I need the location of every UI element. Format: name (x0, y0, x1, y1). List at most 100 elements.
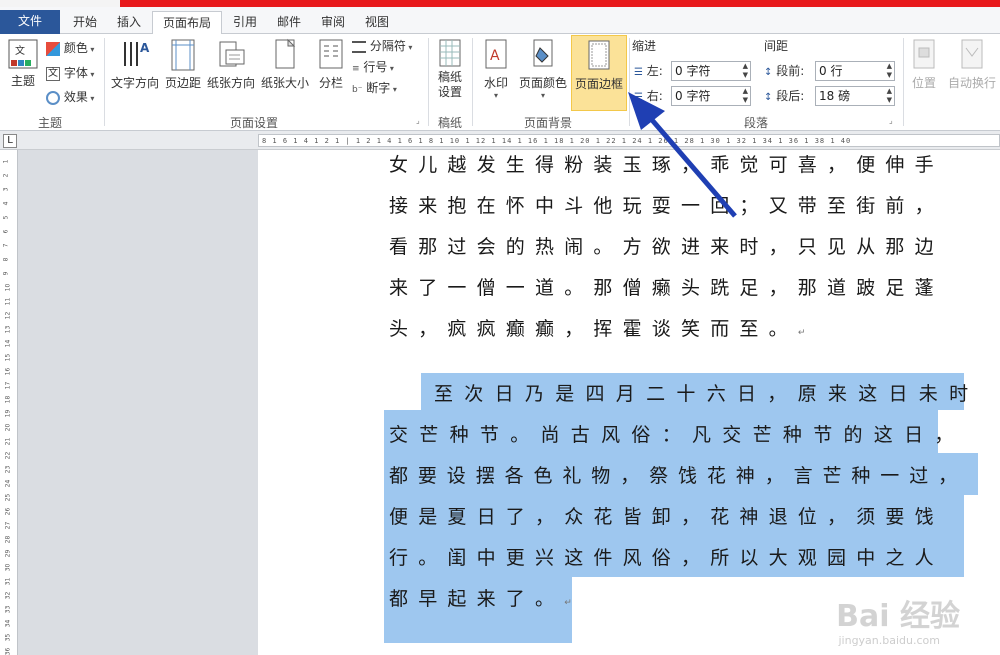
ribbon: 文 主题 颜色 ▾ 文 字体 ▾ 效果 ▾ 主题 A 文字方向 页边距 纸张方向… (0, 34, 1000, 131)
spacing-before-label: ↕ 段前: (764, 64, 805, 78)
ruler-number: 1 (2, 159, 10, 164)
size-label: 纸张大小 (260, 76, 309, 90)
text-direction-button[interactable]: A 文字方向 (108, 38, 162, 91)
group-separator (428, 38, 429, 126)
columns-button[interactable]: 分栏 (314, 38, 348, 91)
tab-mailings[interactable]: 邮件 (268, 11, 310, 34)
indent-left-label: ☰ 左: (634, 64, 663, 78)
spacing-after-label: ↕ 段后: (764, 89, 805, 103)
document-workspace: 女儿越发生得粉装玉琢，乖觉可喜，便伸手 接来抱在怀中斗他玩耍一回；又带至街前， … (18, 150, 1000, 655)
vertical-ruler[interactable]: 1 2 3 4 5 6 7 8 9 10 11 12 13 14 15 16 17 18 19 20 21 22 23 24 2… (2, 150, 18, 655)
horizontal-ruler[interactable]: 8 1 6 1 4 1 2 1 | 1 2 1 4 1 6 1 8 1 10 1… (258, 134, 1000, 147)
tab-review[interactable]: 审阅 (312, 11, 354, 34)
ruler-number: 23 (4, 465, 12, 474)
page-borders-button[interactable]: 页面边框 (571, 35, 627, 111)
theme-label: 主题 (10, 74, 35, 88)
watermark-dropdown-icon: ▾ (493, 91, 498, 100)
colors-icon (46, 41, 60, 56)
indent-title: 缩进 (632, 39, 657, 53)
fonts-label: 字体 (63, 66, 88, 80)
ruler-number: 8 (2, 257, 10, 262)
line-numbers-button[interactable]: ≡ 行号 ▾ (352, 57, 394, 77)
tab-references[interactable]: 引用 (224, 11, 266, 34)
ruler-number: 17 (4, 381, 12, 390)
page-color-icon (533, 39, 553, 67)
ruler-number: 2 (2, 173, 10, 178)
dialog-launcher-icon[interactable]: ⌟ (416, 116, 420, 125)
spinner-icon[interactable]: ▲ ▼ (887, 87, 892, 105)
ruler-number: 11 (4, 297, 12, 306)
indent-left-icon: ☰ (634, 67, 643, 78)
tab-file[interactable]: 文件 (0, 10, 60, 34)
watermark-button[interactable]: A 水印 ▾ (478, 38, 514, 100)
baidu-watermark-url: jingyan.baidu.com (838, 634, 940, 647)
paper-size-icon (275, 38, 296, 69)
breaks-button[interactable]: 分隔符 ▾ (352, 36, 412, 56)
effects-button[interactable]: 效果 ▾ (46, 87, 94, 107)
colors-button[interactable]: 颜色 ▾ (46, 38, 94, 58)
spacing-before-input[interactable]: 0 行 ▲ ▼ (815, 61, 895, 81)
orientation-button[interactable]: 纸张方向 (204, 38, 258, 91)
paragraph-mark: ↵ (797, 328, 816, 338)
group-label-theme: 主题 (38, 116, 63, 130)
document-page[interactable]: 女儿越发生得粉装玉琢，乖觉可喜，便伸手 接来抱在怀中斗他玩耍一回；又带至街前， … (258, 150, 1000, 655)
spinner-icon[interactable]: ▲ ▼ (743, 62, 748, 80)
ruler-number: 27 (4, 521, 12, 530)
position-icon (913, 39, 935, 69)
breaks-label: 分隔符 (369, 39, 406, 53)
document-line: 头，疯疯癫癫，挥霍谈笑而至。↵ (389, 318, 816, 340)
effects-label: 效果 (63, 90, 88, 104)
text-direction-label: 文字方向 (110, 76, 159, 90)
ruler-number: 32 (4, 591, 12, 600)
theme-button[interactable]: 文 主题 (4, 38, 42, 89)
ruler-number: 35 (4, 633, 12, 642)
size-button[interactable]: 纸张大小 (258, 38, 312, 91)
colors-label: 颜色 (63, 41, 88, 55)
svg-text:A: A (490, 48, 500, 64)
ruler-row: L 8 1 6 1 4 1 2 1 | 1 2 1 4 1 6 1 8 1 10… (0, 131, 1000, 150)
columns-icon (319, 39, 343, 69)
document-line: 女儿越发生得粉装玉琢，乖觉可喜，便伸手 (389, 154, 944, 176)
indent-left-input[interactable]: 0 字符 ▲ ▼ (671, 61, 751, 81)
indent-right-input[interactable]: 0 字符 ▲ ▼ (671, 86, 751, 106)
spinner-icon[interactable]: ▲ ▼ (743, 87, 748, 105)
ruler-number: 28 (4, 535, 12, 544)
spacing-after-input[interactable]: 18 磅 ▲ ▼ (815, 86, 895, 106)
tab-home[interactable]: 开始 (62, 11, 108, 34)
ruler-number: 36 (4, 647, 12, 655)
document-line: 接来抱在怀中斗他玩耍一回；又带至街前， (389, 195, 944, 217)
tab-selector[interactable]: L (3, 134, 17, 148)
page-color-button[interactable]: 页面颜色 ▾ (516, 38, 570, 100)
svg-text:A: A (140, 41, 150, 55)
hyphenation-button[interactable]: b⁻ 断字 ▾ (352, 78, 397, 98)
draft-paper-icon (439, 39, 461, 67)
ruler-number: 34 (4, 619, 12, 628)
wrap-text-button[interactable]: 自动换行 (944, 38, 1000, 91)
document-line: 便是夏日了，众花皆卸，花神退位，须要饯 (389, 506, 944, 528)
ruler-number: 29 (4, 549, 12, 558)
tab-view[interactable]: 视图 (356, 11, 398, 34)
document-line: 行。闺中更兴这件风俗，所以大观园中之人 (389, 547, 944, 569)
spacing-title: 间距 (764, 39, 789, 53)
fonts-button[interactable]: 文 字体 ▾ (46, 63, 94, 83)
indent-right-icon: ☰ (634, 92, 643, 103)
group-separator (472, 38, 473, 126)
ruler-number: 30 (4, 563, 12, 572)
ruler-number: 33 (4, 605, 12, 614)
position-button[interactable]: 位置 (906, 38, 942, 91)
ruler-number: 21 (4, 437, 12, 446)
ruler-number: 9 (2, 271, 10, 276)
ruler-number: 5 (2, 215, 10, 220)
svg-text:文: 文 (15, 44, 25, 57)
dialog-launcher-icon[interactable]: ⌟ (889, 116, 893, 125)
draft-settings-button[interactable]: 稿纸 设置 (432, 38, 468, 100)
title-bar-accent (120, 0, 1000, 7)
ruler-number: 12 (4, 311, 12, 320)
spinner-icon[interactable]: ▲ ▼ (887, 62, 892, 80)
effects-icon (46, 90, 60, 105)
tab-insert[interactable]: 插入 (108, 11, 150, 34)
tab-page-layout[interactable]: 页面布局 (152, 11, 222, 35)
fonts-icon: 文 (46, 66, 60, 81)
margins-button[interactable]: 页边距 (162, 38, 204, 91)
theme-icon: 文 (8, 39, 38, 69)
